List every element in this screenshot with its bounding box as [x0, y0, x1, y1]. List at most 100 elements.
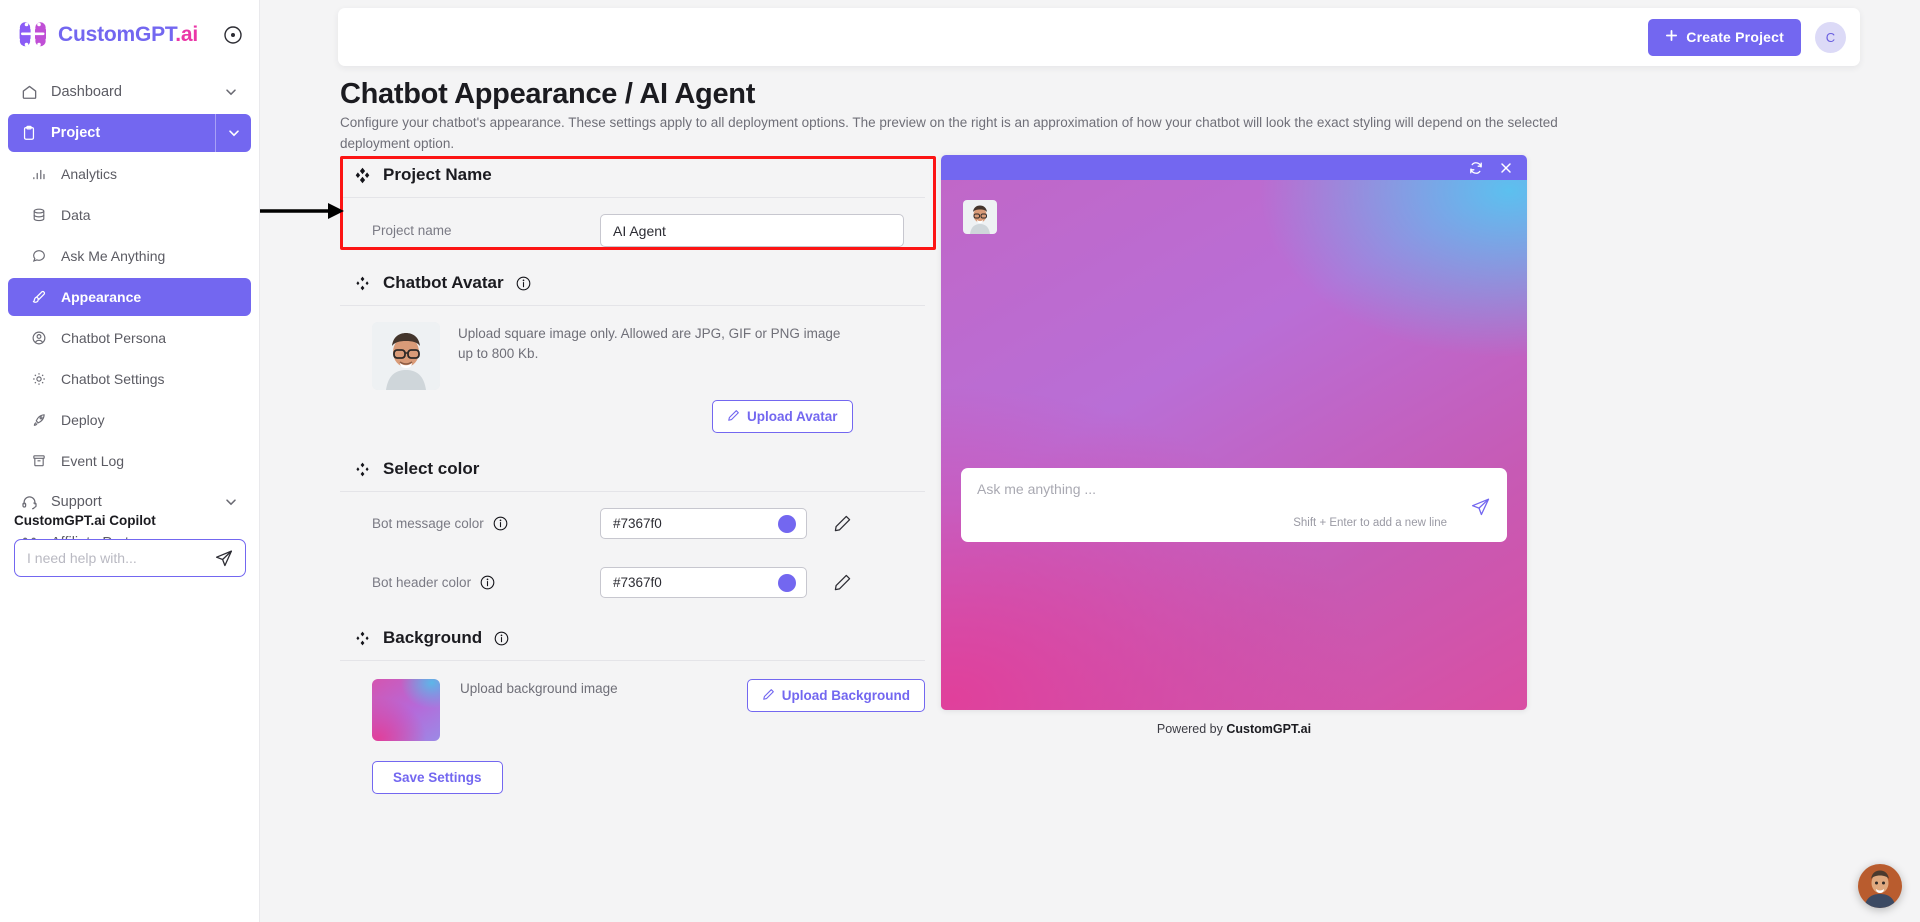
copilot-input[interactable]: [27, 550, 208, 566]
background-upload-row: Upload background image Upload Backgroun…: [340, 661, 925, 741]
sidebar-item-ask-me-anything[interactable]: Ask Me Anything: [8, 237, 251, 275]
section-header: Chatbot Avatar: [340, 263, 925, 306]
create-project-label: Create Project: [1686, 29, 1784, 45]
sidebar: CustomGPT.ai Dashboard Project Analytics…: [0, 0, 260, 922]
preview-chat-hint: Shift + Enter to add a new line: [1293, 517, 1447, 529]
bot-header-color-value: #7367f0: [613, 575, 662, 590]
annotation-arrow: [260, 200, 346, 227]
chevron-down-icon: [226, 125, 242, 141]
section-header: Background: [340, 618, 925, 661]
section-background: Background Upload background image Uploa…: [340, 618, 925, 794]
sidebar-item-label: Dashboard: [51, 84, 122, 100]
background-preview-thumbnail: [372, 679, 440, 741]
chat-widget-avatar[interactable]: [1858, 864, 1902, 908]
page-subtitle: Configure your chatbot's appearance. The…: [340, 115, 1558, 151]
section-header: Select color: [340, 449, 925, 492]
section-title: Chatbot Avatar: [383, 273, 504, 292]
refresh-icon[interactable]: [1469, 161, 1483, 175]
topbar: Create Project C: [338, 8, 1860, 66]
section-title: Project Name: [383, 165, 492, 184]
preview-header-bar: [941, 155, 1527, 180]
sidebar-item-label: Deploy: [61, 412, 105, 428]
powered-by: Powered by CustomGPT.ai: [941, 710, 1527, 736]
create-project-button[interactable]: Create Project: [1648, 18, 1801, 56]
bot-message-color-edit-pencil-icon[interactable]: [833, 514, 852, 533]
chat-bubble-icon: [30, 247, 48, 265]
bar-chart-icon: [30, 165, 48, 183]
copilot-panel: CustomGPT.ai Copilot: [0, 513, 260, 577]
brand-name-primary: CustomGPT: [58, 23, 176, 46]
avatar[interactable]: C: [1815, 21, 1846, 53]
page-title: Chatbot Appearance / AI Agent: [340, 78, 756, 110]
sidebar-item-label: Analytics: [61, 166, 118, 182]
diamond-cluster-icon: [354, 167, 371, 184]
content-columns: Project Name Project name AI Agent Chatb…: [340, 155, 1862, 794]
section-header: Project Name: [340, 155, 925, 198]
sidebar-item-chatbot-persona[interactable]: Chatbot Persona: [8, 319, 251, 357]
paper-plane-icon[interactable]: [1470, 496, 1491, 517]
headset-icon: [20, 493, 38, 511]
paper-plane-icon[interactable]: [214, 548, 234, 568]
bot-message-color-value: #7367f0: [613, 516, 662, 531]
info-circle-icon[interactable]: [516, 276, 531, 291]
main-content: Create Project C Chatbot Appearance / AI…: [260, 0, 1920, 922]
preview-chat-body: Ask me anything ... Shift + Enter to add…: [941, 180, 1527, 710]
gear-icon: [30, 370, 48, 388]
info-circle-icon[interactable]: [480, 575, 495, 590]
section-project-name: Project Name Project name: [340, 155, 925, 263]
preview-chat-input-wrapper[interactable]: Ask me anything ... Shift + Enter to add…: [961, 468, 1507, 542]
info-circle-icon[interactable]: [494, 631, 509, 646]
brain-logo-icon: [16, 18, 50, 52]
sidebar-item-event-log[interactable]: Event Log: [8, 442, 251, 480]
sidebar-item-project[interactable]: Project: [8, 114, 251, 152]
brand-name: CustomGPT.ai: [58, 23, 198, 47]
project-name-input[interactable]: [600, 214, 904, 247]
bot-message-color-input[interactable]: #7367f0: [600, 508, 807, 539]
database-icon: [30, 206, 48, 224]
upload-background-button[interactable]: Upload Background: [746, 679, 925, 712]
rocket-icon: [30, 411, 48, 429]
section-chatbot-avatar: Chatbot Avatar Upload square image only.…: [340, 263, 925, 433]
sidebar-item-dashboard[interactable]: Dashboard: [8, 73, 251, 111]
plus-icon: [1665, 29, 1678, 45]
bot-header-color-input[interactable]: #7367f0: [600, 567, 807, 598]
color-swatch[interactable]: [778, 514, 796, 533]
brand-row: CustomGPT.ai: [0, 0, 259, 66]
bot-header-color-edit-pencil-icon[interactable]: [833, 573, 852, 592]
bot-header-color-label: Bot header color: [372, 575, 472, 590]
save-settings-button[interactable]: Save Settings: [372, 761, 503, 794]
upload-avatar-label: Upload Avatar: [747, 409, 838, 424]
diamond-cluster-icon: [354, 630, 371, 647]
sidebar-item-analytics[interactable]: Analytics: [8, 155, 251, 193]
archive-icon: [30, 452, 48, 470]
sidebar-item-label: Chatbot Persona: [61, 330, 167, 346]
chevron-down-icon: [223, 84, 239, 100]
sidebar-item-deploy[interactable]: Deploy: [8, 401, 251, 439]
sidebar-item-appearance[interactable]: Appearance: [8, 278, 251, 316]
info-circle-icon[interactable]: [493, 516, 508, 531]
close-icon[interactable]: [1499, 161, 1513, 175]
color-swatch[interactable]: [778, 573, 796, 592]
project-expand-toggle[interactable]: [215, 114, 251, 152]
sidebar-item-label: Support: [51, 494, 102, 510]
copilot-input-wrapper[interactable]: [14, 539, 246, 577]
sidebar-item-data[interactable]: Data: [8, 196, 251, 234]
copilot-title: CustomGPT.ai Copilot: [14, 513, 156, 528]
sidebar-item-chatbot-settings[interactable]: Chatbot Settings: [8, 360, 251, 398]
pencil-icon: [727, 409, 740, 425]
sidebar-item-label: Chatbot Settings: [61, 371, 165, 387]
clipboard-icon: [20, 124, 38, 142]
sidebar-item-label: Event Log: [61, 453, 125, 469]
paintbrush-icon: [30, 288, 48, 306]
bot-avatar-image: [372, 322, 440, 390]
bot-avatar-image: [963, 200, 997, 234]
preview-column: Ask me anything ... Shift + Enter to add…: [941, 155, 1862, 794]
section-title: Select color: [383, 459, 480, 478]
settings-column: Project Name Project name AI Agent Chatb…: [340, 155, 925, 794]
sidebar-item-label: Appearance: [61, 289, 142, 305]
circle-dot-icon[interactable]: [223, 25, 243, 45]
bot-message-color-label: Bot message color: [372, 516, 484, 531]
upload-avatar-button[interactable]: Upload Avatar: [712, 400, 853, 433]
bot-message-color-row: Bot message color #7367f0: [340, 492, 925, 555]
diamond-cluster-icon: [354, 275, 371, 292]
